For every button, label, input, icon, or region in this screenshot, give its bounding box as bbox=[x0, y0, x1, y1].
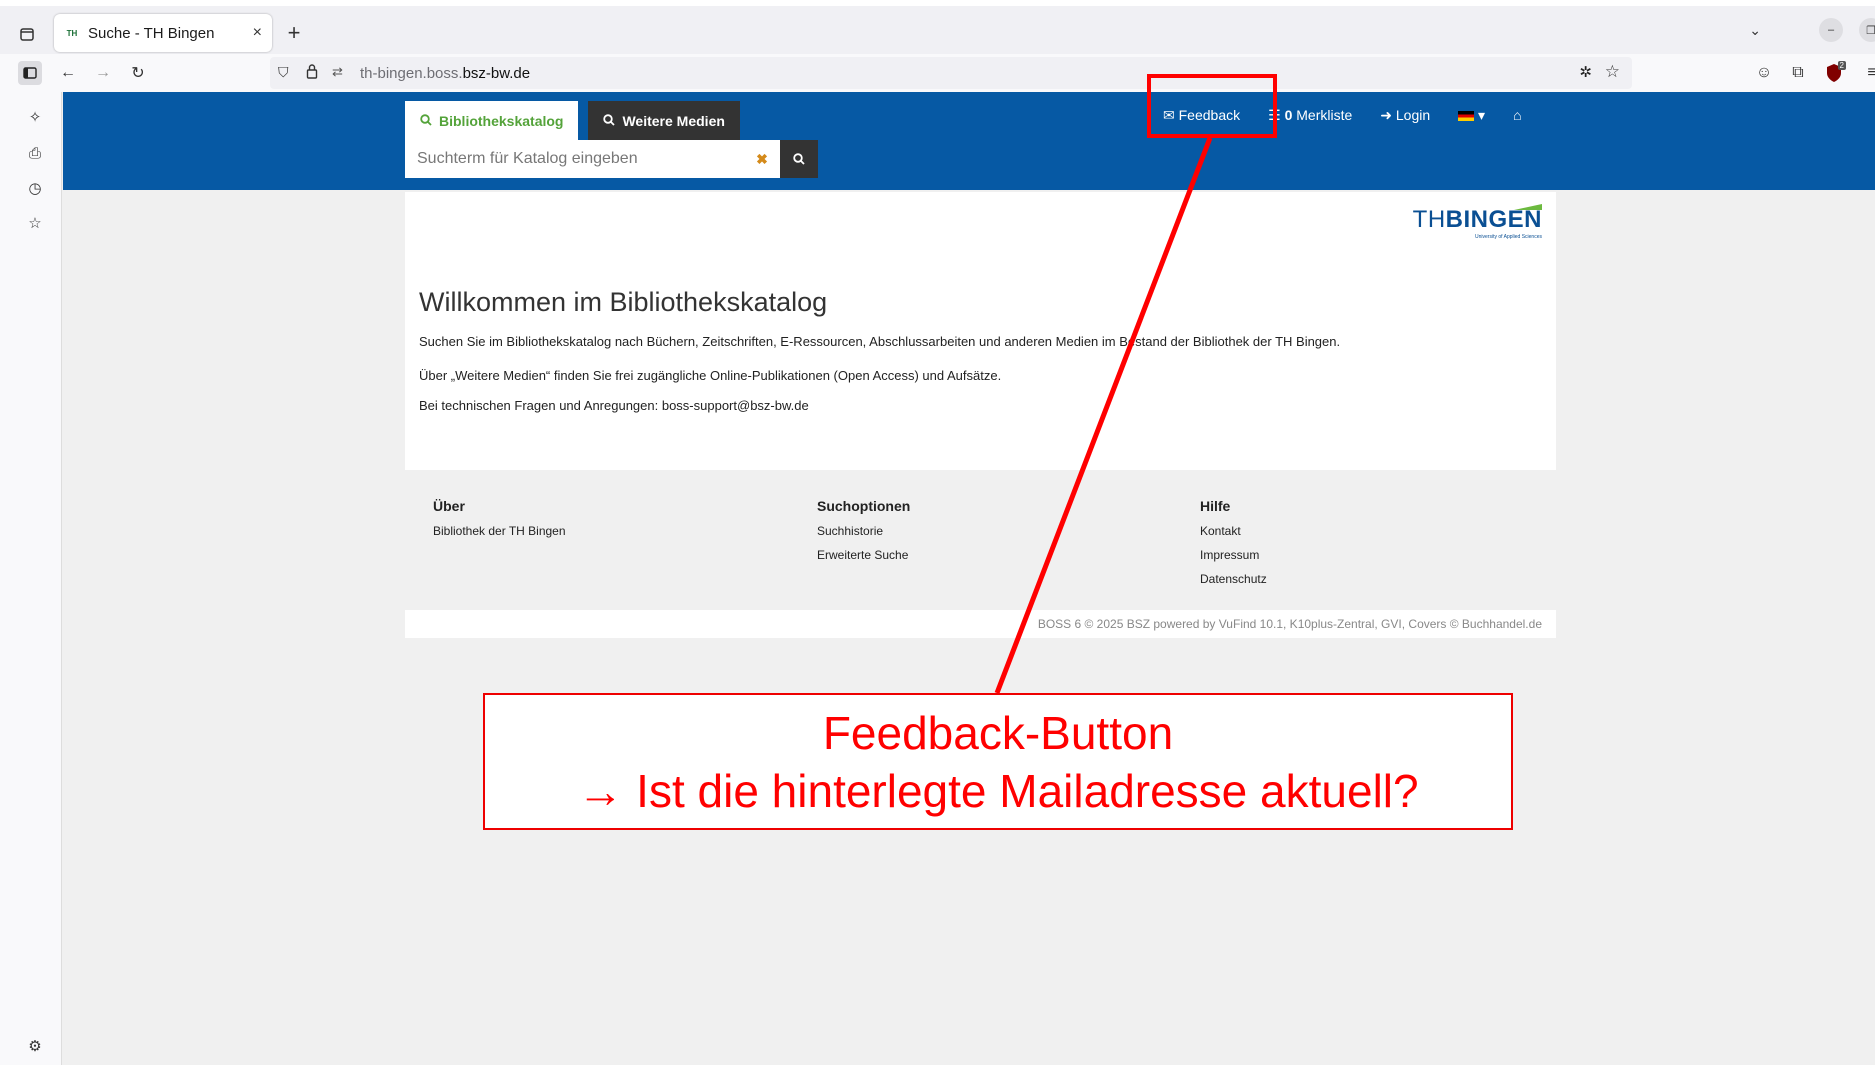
annotation-pointer-line bbox=[994, 137, 1213, 694]
annotation-line-2: → Ist die hinterlegte Mailadresse aktuel… bbox=[577, 764, 1419, 817]
annotation-callout: Feedback-Button → Ist die hinterlegte Ma… bbox=[483, 693, 1513, 830]
annotation-line-1: Feedback-Button bbox=[822, 706, 1174, 759]
